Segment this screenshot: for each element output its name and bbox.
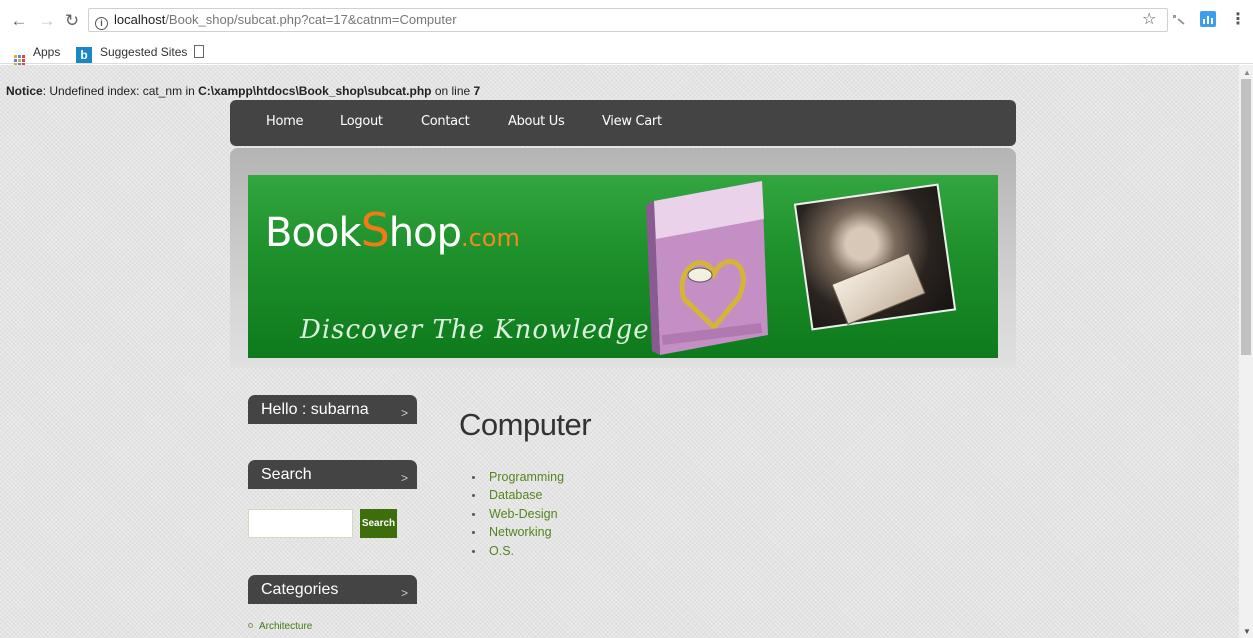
notice-line: 7	[473, 84, 481, 98]
scroll-down-arrow-icon[interactable]: ▼	[1243, 627, 1251, 636]
nav-view-cart[interactable]: View Cart	[602, 113, 662, 131]
book-cover-image	[646, 181, 768, 355]
scroll-up-arrow-icon[interactable]: ▲	[1243, 68, 1251, 77]
bookmark-star-icon[interactable]: ☆	[1142, 12, 1156, 28]
search-header: Search >	[248, 460, 417, 489]
bookshop-logo: BookShop.com	[265, 203, 520, 257]
notice-message: : Undefined index: cat_nm in	[42, 84, 199, 98]
subcategory-link-networking[interactable]: Networking	[469, 523, 564, 541]
child-reading-photo	[793, 183, 957, 331]
subcategory-link-os[interactable]: O.S.	[469, 542, 564, 560]
bookmark-suggested-sites[interactable]: b Suggested Sites	[76, 44, 187, 63]
subcategory-link-web-design[interactable]: Web-Design	[469, 505, 564, 523]
bullet-icon	[248, 623, 253, 628]
php-notice: Notice: Undefined index: cat_nm in C:\xa…	[6, 84, 480, 98]
info-icon[interactable]: i	[95, 17, 108, 30]
logo-hop-text: hop	[388, 210, 462, 256]
main-nav: Home Logout Contact About Us View Cart	[230, 100, 1016, 146]
nav-home[interactable]: Home	[266, 113, 304, 131]
greeting-box: Hello : subarna >	[248, 395, 417, 424]
address-bar[interactable]: i localhost/Book_shop/subcat.php?cat=17&c…	[88, 8, 1168, 32]
logo-com-text: .com	[460, 224, 520, 252]
nav-contact[interactable]: Contact	[421, 113, 470, 131]
chevron-right-icon: >	[400, 406, 408, 420]
greeting-text: Hello : subarna	[261, 401, 369, 418]
chevron-right-icon: >	[400, 586, 408, 600]
analytics-extension-icon[interactable]	[1200, 11, 1216, 27]
search-title: Search	[261, 466, 312, 483]
page-viewport: Notice: Undefined index: cat_nm in C:\xa…	[0, 65, 1239, 638]
subcategory-list: Programming Database Web-Design Networki…	[469, 468, 564, 560]
notice-label: Notice	[6, 84, 43, 98]
logo-s-text: S	[360, 203, 390, 257]
bookmark-label: Apps	[33, 45, 61, 59]
scrollbar-thumb[interactable]	[1241, 79, 1251, 355]
extension-icon[interactable]	[1172, 14, 1186, 26]
chevron-right-icon: >	[400, 471, 408, 485]
vertical-scrollbar[interactable]: ▲ ▼	[1239, 65, 1253, 638]
back-arrow-icon[interactable]: ←	[9, 11, 29, 31]
search-input[interactable]	[248, 509, 353, 538]
page-icon	[194, 45, 204, 58]
nav-logout[interactable]: Logout	[340, 113, 383, 131]
bing-icon: b	[76, 47, 92, 63]
search-button[interactable]: Search	[360, 509, 397, 538]
logo-book-text: Book	[265, 210, 362, 256]
bookmark-label: Suggested Sites	[100, 45, 188, 59]
notice-path: C:\xampp\htdocs\Book_shop\subcat.php	[198, 84, 432, 98]
category-item[interactable]: Architecture	[248, 621, 312, 632]
page-title: Computer	[459, 407, 592, 442]
subcategory-link-database[interactable]: Database	[469, 486, 564, 504]
banner-tagline: Discover The Knowledge	[300, 315, 650, 345]
nav-about-us[interactable]: About Us	[508, 113, 565, 131]
bookshop-banner: BookShop.com Discover The Knowledge	[248, 175, 998, 358]
browser-menu-icon[interactable]: ⋮	[1230, 12, 1246, 28]
bookmark-apps[interactable]: Apps	[14, 44, 60, 66]
notice-message-2: on line	[431, 84, 474, 98]
url-host: localhost	[114, 12, 166, 27]
forward-arrow-icon[interactable]: →	[37, 11, 57, 31]
bookmarks-bar: Apps b Suggested Sites	[0, 40, 1253, 66]
categories-title: Categories	[261, 581, 339, 598]
subcategory-link-programming[interactable]: Programming	[469, 468, 564, 486]
photo-book-shape	[831, 252, 926, 325]
reload-icon[interactable]: ↻	[62, 11, 82, 31]
categories-header: Categories >	[248, 575, 417, 604]
category-label: Architecture	[259, 621, 313, 632]
url-path: /Book_shop/subcat.php?cat=17&catnm=Compu…	[165, 12, 457, 27]
browser-toolbar: ← → ↻ i localhost/Book_shop/subcat.php?ca…	[0, 0, 1253, 40]
blank-page-bookmark[interactable]	[194, 44, 204, 60]
